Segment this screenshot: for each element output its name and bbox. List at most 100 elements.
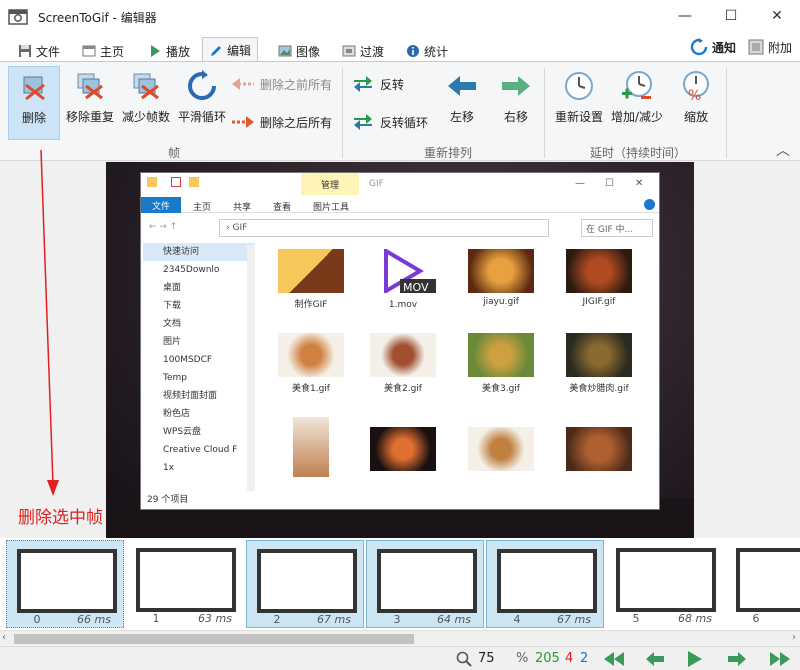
delete-next-button[interactable]: 删除之后所有: [232, 110, 332, 134]
tab-statistics[interactable]: 统计: [400, 40, 454, 62]
timeline-frame[interactable]: 1 63 ms: [126, 540, 244, 628]
group-separator: [544, 68, 545, 158]
reorder-group-label: 重新排列: [424, 146, 473, 160]
explorer-nav-item: 图片: [163, 337, 182, 347]
override-delay-button[interactable]: 重新设置: [550, 66, 608, 140]
tab-transition[interactable]: 过渡: [336, 40, 390, 62]
timeline-frame[interactable]: 3 64 ms: [366, 540, 484, 628]
explorer-address-bar: › GIF: [219, 219, 549, 237]
title-bar: ScreenToGif - 编辑器 — ☐ ✕: [0, 0, 800, 34]
scroll-left-icon[interactable]: ‹: [2, 632, 6, 643]
play-icon: [151, 45, 160, 57]
file-thumbnail: [271, 417, 351, 481]
delete-frame-icon: [23, 76, 45, 101]
yoyo-icon: [354, 114, 372, 130]
canvas-area: 管理 GIF — ☐ ✕ 文件 主页 共享 查看 图片工具 ← → ↑ › GI…: [0, 162, 800, 538]
refresh-notify-icon: [690, 38, 708, 56]
reduce-frames-button[interactable]: 减少帧数: [118, 66, 174, 140]
explorer-nav-item: 文档: [163, 319, 182, 329]
delete-previous-label: 删除之前所有: [260, 77, 333, 92]
frame-thumbnail: [616, 548, 716, 612]
file-thumbnail: MOV 1.mov: [363, 247, 443, 310]
explorer-nav-item: 下载: [163, 301, 182, 311]
collapse-ribbon-icon[interactable]: ︿: [776, 140, 790, 160]
tab-file[interactable]: 文件: [12, 40, 66, 62]
frame-thumbnail: [736, 548, 800, 612]
arrow-right-icon: [502, 76, 530, 96]
increase-decrease-delay-button[interactable]: 增加/减少: [608, 66, 666, 140]
tab-image[interactable]: 图像: [272, 40, 326, 62]
smooth-loop-button[interactable]: 平滑循环: [174, 66, 230, 140]
play-icon[interactable]: [688, 651, 702, 667]
delete-frame-button[interactable]: 删除: [8, 66, 60, 140]
app-logo-icon: [8, 9, 28, 25]
zoom-value[interactable]: 75: [478, 651, 495, 666]
file-explorer-window: 管理 GIF — ☐ ✕ 文件 主页 共享 查看 图片工具 ← → ↑ › GI…: [140, 172, 660, 510]
timeline-frame[interactable]: 2 67 ms: [246, 540, 364, 628]
file-thumbnail: 美食2.gif: [363, 333, 443, 394]
clock-percent-icon: %: [683, 71, 709, 102]
scale-delay-button[interactable]: % 缩放: [672, 66, 720, 140]
close-button[interactable]: ✕: [754, 0, 800, 32]
reverse-button[interactable]: 反转: [352, 72, 404, 96]
tab-edit[interactable]: 编辑: [202, 37, 259, 63]
file-thumbnail: [363, 427, 443, 475]
frame-index: 1: [152, 612, 160, 625]
edit-icon: [211, 45, 221, 56]
explorer-manage-tab: 管理: [301, 173, 359, 195]
timeline-frame[interactable]: 5 68 ms: [606, 540, 724, 628]
move-right-button[interactable]: 右移: [494, 66, 538, 140]
explorer-title: GIF: [369, 179, 384, 189]
help-icon: [644, 199, 655, 210]
move-left-button[interactable]: 左移: [440, 66, 484, 140]
timeline-frame[interactable]: 4 67 ms: [486, 540, 604, 628]
previous-frame-icon[interactable]: [646, 652, 666, 666]
explorer-titlebar: 管理 GIF — ☐ ✕: [141, 173, 659, 197]
remove-duplicates-icon: [77, 73, 103, 100]
explorer-nav-item: 2345Downlo: [163, 265, 220, 275]
next-frame-icon[interactable]: [726, 652, 746, 666]
last-frame-icon[interactable]: [766, 652, 790, 666]
scrollbar-thumb[interactable]: [14, 634, 414, 644]
video-file-icon: MOV: [384, 247, 436, 295]
file-thumbnail: 美食3.gif: [461, 333, 541, 394]
tab-edit-label: 编辑: [227, 44, 252, 58]
frame-thumbnail: [257, 549, 357, 613]
minimize-button[interactable]: —: [662, 0, 708, 32]
folder-icon: [147, 177, 157, 187]
first-frame-icon[interactable]: [604, 652, 628, 666]
frame-index: 0: [33, 613, 41, 626]
properties-icon: [171, 177, 181, 187]
increase-decrease-delay-label: 增加/减少: [610, 110, 664, 124]
explorer-minimize-icon: —: [575, 178, 585, 189]
override-delay-label: 重新设置: [554, 110, 603, 124]
remove-duplicates-button[interactable]: 移除重复: [62, 66, 118, 140]
file-name: 制作GIF: [294, 300, 328, 310]
file-name: 1.mov: [388, 300, 418, 310]
explorer-ribbon: 文件 主页 共享 查看 图片工具: [141, 197, 659, 213]
reverse-label: 反转: [380, 77, 405, 92]
annotation-text: 删除选中帧: [18, 508, 103, 528]
extras-button[interactable]: 附加: [742, 36, 798, 58]
group-separator: [726, 68, 727, 158]
file-thumbnail: jiayu.gif: [461, 249, 541, 307]
timeline-scrollbar[interactable]: ‹ ›: [0, 630, 800, 646]
timeline-frame[interactable]: 6: [726, 540, 800, 628]
annotation-arrow-icon: [40, 150, 59, 496]
timeline-frame[interactable]: 0 66 ms: [6, 540, 124, 628]
explorer-ribbon-tab: 共享: [233, 203, 252, 213]
delete-previous-button[interactable]: 删除之前所有: [232, 72, 332, 96]
notifications-button[interactable]: 通知: [684, 36, 742, 58]
explorer-item-count: 29 个项目: [147, 495, 189, 505]
tab-home[interactable]: 主页: [76, 40, 130, 62]
scroll-right-icon[interactable]: ›: [792, 632, 796, 643]
home-icon: [82, 45, 96, 57]
delete-next-label: 删除之后所有: [260, 115, 333, 130]
maximize-button[interactable]: ☐: [708, 0, 754, 32]
arrow-right-dotted-icon: [232, 116, 254, 128]
yoyo-button[interactable]: 反转循环: [352, 110, 428, 134]
tab-playback[interactable]: 播放: [142, 40, 196, 62]
mov-badge-text: MOV: [403, 281, 429, 293]
notifications-label: 通知: [712, 40, 737, 55]
tab-bar: 文件 主页 播放 编辑 图像 过渡 统计 通知 附加: [0, 34, 800, 63]
